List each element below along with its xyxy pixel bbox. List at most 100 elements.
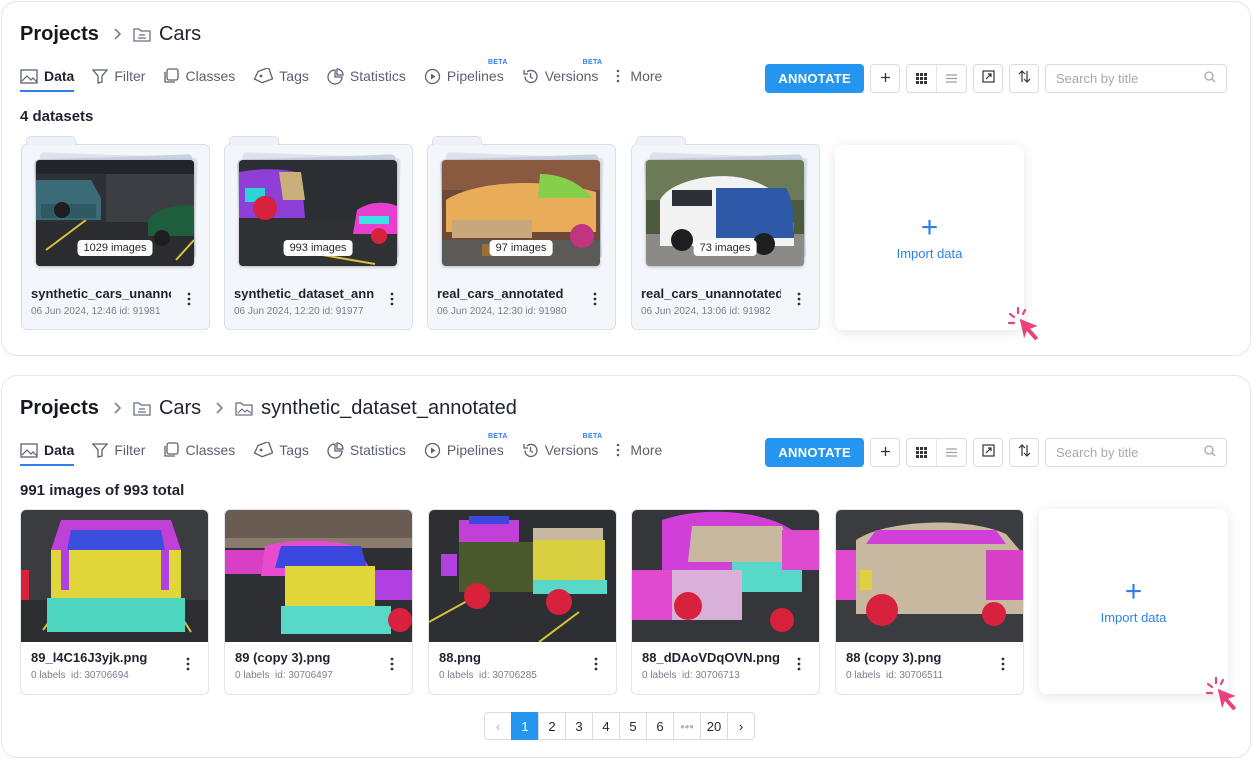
image-card[interactable]: 88.png 0 labels id: 30706285 [428,509,617,695]
page-5-button[interactable]: 5 [619,712,647,740]
grid-view-button[interactable] [907,65,936,92]
tab-statistics[interactable]: Statistics [327,63,406,89]
expand-button[interactable] [973,64,1003,93]
image-card[interactable]: 89_l4C16J3yjk.png 0 labels id: 30706694 [20,509,209,695]
image-count-badge: 73 images [693,240,757,256]
image-title[interactable]: 88.png [439,650,579,665]
page-6-button[interactable]: 6 [646,712,674,740]
image-card[interactable]: 88 (copy 3).png 0 labels id: 30706511 [835,509,1024,695]
more-vertical-icon[interactable] [791,291,807,307]
breadcrumb-projects[interactable]: Projects [20,23,99,46]
page-3-button[interactable]: 3 [565,712,593,740]
dataset-meta: 06 Jun 2024, 12:30 id: 91980 [437,306,567,317]
expand-button[interactable] [973,438,1003,467]
annotate-button[interactable]: ANNOTATE [765,64,864,93]
breadcrumb-cars[interactable]: Cars [133,397,201,420]
tab-data[interactable]: Data [20,437,75,466]
image-title[interactable]: 88_dDAoVDqOVN.png [642,650,782,665]
filter-icon [92,442,109,458]
tab-pipelines[interactable]: Pipelines BETA [424,59,507,89]
tab-more[interactable]: More [616,437,662,463]
next-page-button[interactable]: › [727,712,755,740]
tag-icon [253,68,274,84]
page-1-button[interactable]: 1 [511,712,539,740]
image-id: id: 30706285 [479,670,537,681]
list-view-button[interactable] [936,65,966,92]
image-id: id: 30706511 [886,670,944,681]
more-vertical-icon[interactable] [384,656,400,672]
image-title[interactable]: 88 (copy 3).png [846,650,986,665]
import-data-card[interactable]: + Import data [1039,509,1228,694]
dataset-card[interactable]: 73 images real_cars_unannotated 06 Jun 2… [631,136,820,330]
page-ellipsis[interactable]: ••• [673,712,701,740]
tab-label: More [630,442,663,458]
dataset-card[interactable]: 97 images real_cars_annotated 06 Jun 202… [427,136,616,330]
dataset-title[interactable]: real_cars_annotated [437,286,577,301]
page-20-button[interactable]: 20 [700,712,728,740]
more-vertical-icon[interactable] [791,656,807,672]
tab-data[interactable]: Data [20,63,75,92]
image-title[interactable]: 89_l4C16J3yjk.png [31,650,171,665]
dataset-title[interactable]: synthetic_dataset_annotated [234,286,374,301]
beta-badge: BETA [487,59,508,66]
breadcrumb-label: synthetic_dataset_annotated [261,396,517,419]
image-thumbnail [429,510,616,642]
annotate-button[interactable]: ANNOTATE [765,438,864,467]
click-cursor-icon [1006,305,1048,352]
image-title[interactable]: 89 (copy 3).png [235,650,375,665]
dataset-title[interactable]: real_cars_unannotated [641,286,781,301]
page-2-button[interactable]: 2 [538,712,566,740]
breadcrumb-dataset[interactable]: synthetic_dataset_annotated [235,397,517,420]
image-thumbnail [632,510,819,642]
sort-button[interactable] [1009,438,1039,467]
tab-pipelines[interactable]: Pipelines BETA [424,433,507,463]
more-vertical-icon [616,69,620,83]
add-button[interactable] [870,64,900,93]
image-card[interactable]: 89 (copy 3).png 0 labels id: 30706497 [224,509,413,695]
pie-chart-icon [327,67,344,85]
tab-versions[interactable]: Versions BETA [522,433,602,463]
search-input[interactable] [1056,71,1186,86]
chevron-right-icon [113,402,121,414]
tab-classes[interactable]: Classes [163,63,235,89]
more-vertical-icon[interactable] [181,291,197,307]
dataset-title[interactable]: synthetic_cars_unannotated [31,286,171,301]
tab-versions[interactable]: Versions BETA [522,59,602,89]
project-folder-icon [133,26,151,42]
tab-more[interactable]: More [616,63,662,89]
breadcrumb-cars[interactable]: Cars [133,23,201,46]
list-view-button[interactable] [936,439,966,466]
tab-filter[interactable]: Filter [92,63,145,89]
tab-filter[interactable]: Filter [92,437,145,463]
tab-tags[interactable]: Tags [253,63,309,89]
tab-label: Statistics [349,68,406,84]
more-vertical-icon[interactable] [180,656,196,672]
image-count-badge: 993 images [283,240,353,256]
dataset-thumbnail: 73 images [646,160,804,266]
labels-count: 0 labels [31,670,66,681]
import-data-card[interactable]: + Import data [835,145,1024,330]
breadcrumb-projects[interactable]: Projects [20,397,99,420]
more-vertical-icon[interactable] [384,291,400,307]
grid-view-button[interactable] [907,439,936,466]
image-card[interactable]: 88_dDAoVDqOVN.png 0 labels id: 30706713 [631,509,820,695]
more-vertical-icon[interactable] [588,656,604,672]
import-data-label: Import data [896,246,963,261]
dataset-card[interactable]: 1029 images synthetic_cars_unannotated 0… [21,136,210,330]
more-vertical-icon[interactable] [587,291,603,307]
page-4-button[interactable]: 4 [592,712,620,740]
search-input[interactable] [1056,445,1186,460]
folder-tab [229,136,279,145]
sort-icon [1018,443,1031,462]
sort-button[interactable] [1009,64,1039,93]
image-icon [20,68,38,84]
dataset-card[interactable]: 993 images synthetic_dataset_annotated 0… [224,136,413,330]
tab-tags[interactable]: Tags [253,437,309,463]
prev-page-button[interactable]: ‹ [484,712,512,740]
tab-label: Data [44,442,75,458]
more-vertical-icon[interactable] [995,656,1011,672]
add-button[interactable] [870,438,900,467]
tab-classes[interactable]: Classes [163,437,235,463]
tab-label: Filter [114,442,146,458]
tab-statistics[interactable]: Statistics [327,437,406,463]
